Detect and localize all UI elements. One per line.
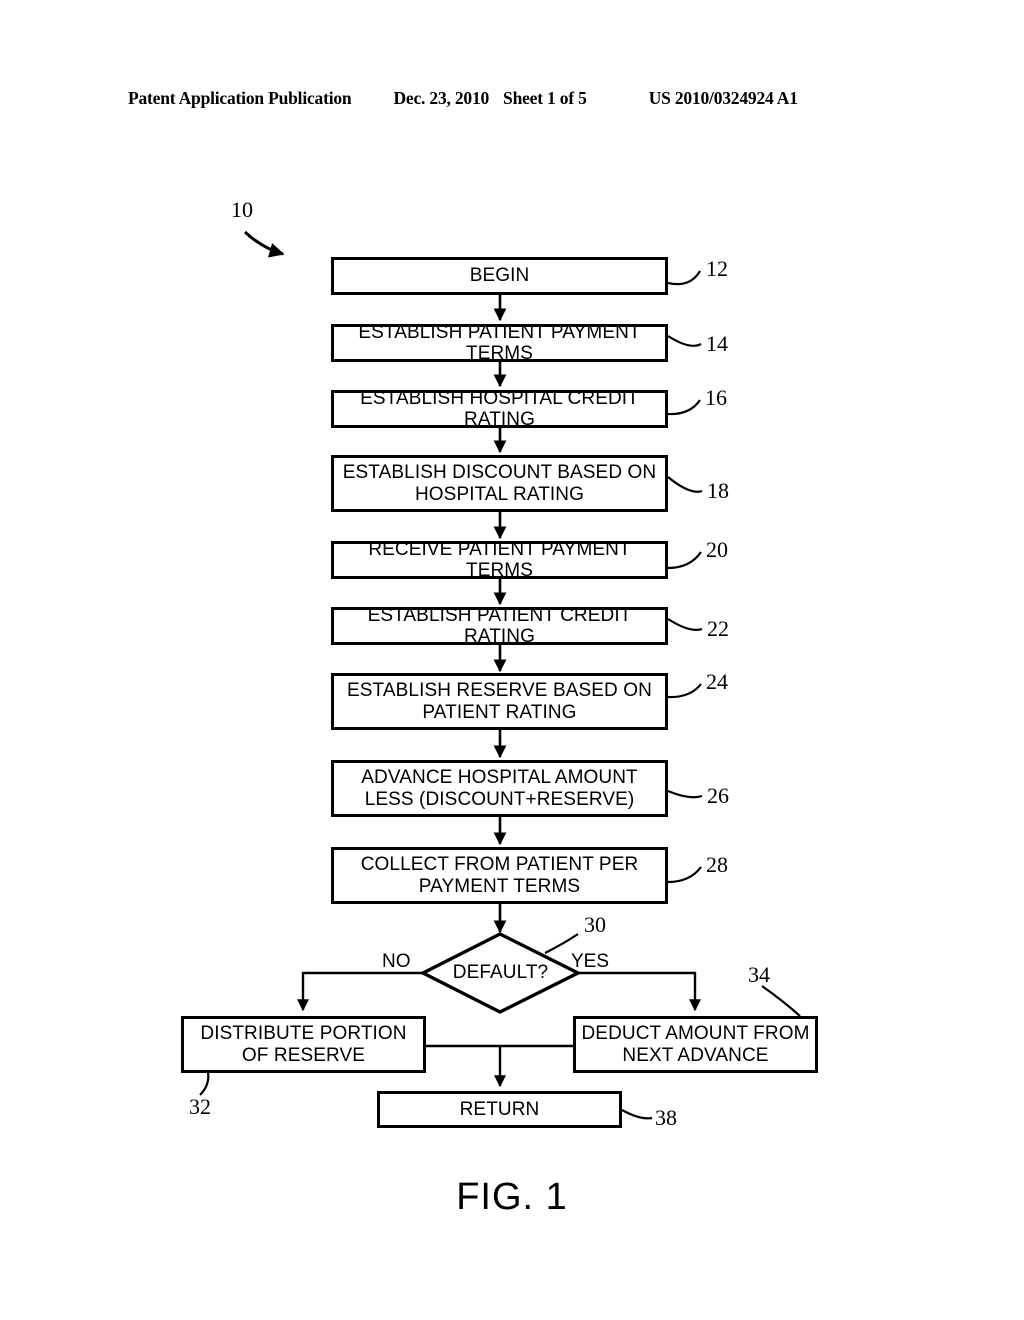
node-begin[interactable]: BEGIN xyxy=(331,257,668,295)
ref-numeral-20: 20 xyxy=(706,537,728,562)
leader-24 xyxy=(667,683,702,699)
node-establish-patient-payment-terms[interactable]: ESTABLISH PATIENT PAYMENT TERMS xyxy=(331,322,668,364)
leader-22 xyxy=(667,618,703,631)
ref-numeral-18: 18 xyxy=(707,478,729,503)
leader-26 xyxy=(667,789,703,799)
ref-numeral-30: 30 xyxy=(584,912,606,937)
leader-16 xyxy=(667,399,701,416)
figure-caption: FIG. 1 xyxy=(456,1176,568,1218)
ref-numeral-28: 28 xyxy=(706,852,728,877)
node-default-decision[interactable]: DEFAULT? xyxy=(423,934,578,1012)
node-distribute-portion-of-reserve[interactable]: DISTRIBUTE PORTION OF RESERVE xyxy=(181,1016,426,1073)
leader-14 xyxy=(667,335,702,347)
ref-numeral-12: 12 xyxy=(706,256,728,281)
flowchart-figure: 10 BEGIN 12 ESTABLISH PATIENT PAYMENT TE… xyxy=(0,0,1024,1320)
leader-38 xyxy=(621,1109,653,1120)
decision-label: DEFAULT? xyxy=(452,962,549,983)
leader-34 xyxy=(761,985,801,1017)
branch-label-yes: YES xyxy=(571,951,610,972)
leader-20 xyxy=(667,551,702,570)
ref-numeral-22: 22 xyxy=(707,616,729,641)
ref-numeral-10: 10 xyxy=(231,197,253,222)
leader-18 xyxy=(667,476,703,493)
node-establish-hospital-credit-rating[interactable]: ESTABLISH HOSPITAL CREDIT RATING xyxy=(331,388,668,430)
leader-28 xyxy=(667,866,702,884)
node-establish-patient-credit-rating[interactable]: ESTABLISH PATIENT CREDIT RATING xyxy=(331,605,668,647)
ref-numeral-24: 24 xyxy=(706,669,728,694)
branch-label-no: NO xyxy=(382,951,411,972)
node-advance-hospital-amount[interactable]: ADVANCE HOSPITAL AMOUNT LESS (DISCOUNT+R… xyxy=(331,760,668,817)
node-establish-reserve-based-on-patient-rating[interactable]: ESTABLISH RESERVE BASED ON PATIENT RATIN… xyxy=(331,673,668,730)
node-receive-patient-payment-terms[interactable]: RECEIVE PATIENT PAYMENT TERMS xyxy=(331,539,668,581)
leader-10-arrow xyxy=(243,230,285,258)
node-establish-discount-based-on-hospital-rating[interactable]: ESTABLISH DISCOUNT BASED ON HOSPITAL RAT… xyxy=(331,455,668,512)
connector-no-branch xyxy=(297,971,423,1012)
node-deduct-amount-from-next-advance[interactable]: DEDUCT AMOUNT FROM NEXT ADVANCE xyxy=(573,1016,818,1073)
leader-32 xyxy=(199,1071,210,1096)
node-collect-from-patient[interactable]: COLLECT FROM PATIENT PER PAYMENT TERMS xyxy=(331,847,668,904)
leader-12 xyxy=(667,270,701,286)
ref-numeral-32: 32 xyxy=(189,1094,211,1119)
ref-numeral-16: 16 xyxy=(705,385,727,410)
ref-numeral-34: 34 xyxy=(748,962,770,987)
ref-numeral-26: 26 xyxy=(707,783,729,808)
connector-yes-branch xyxy=(578,971,701,1012)
node-return[interactable]: RETURN xyxy=(377,1091,622,1128)
ref-numeral-14: 14 xyxy=(706,331,728,356)
ref-numeral-38: 38 xyxy=(655,1105,677,1130)
